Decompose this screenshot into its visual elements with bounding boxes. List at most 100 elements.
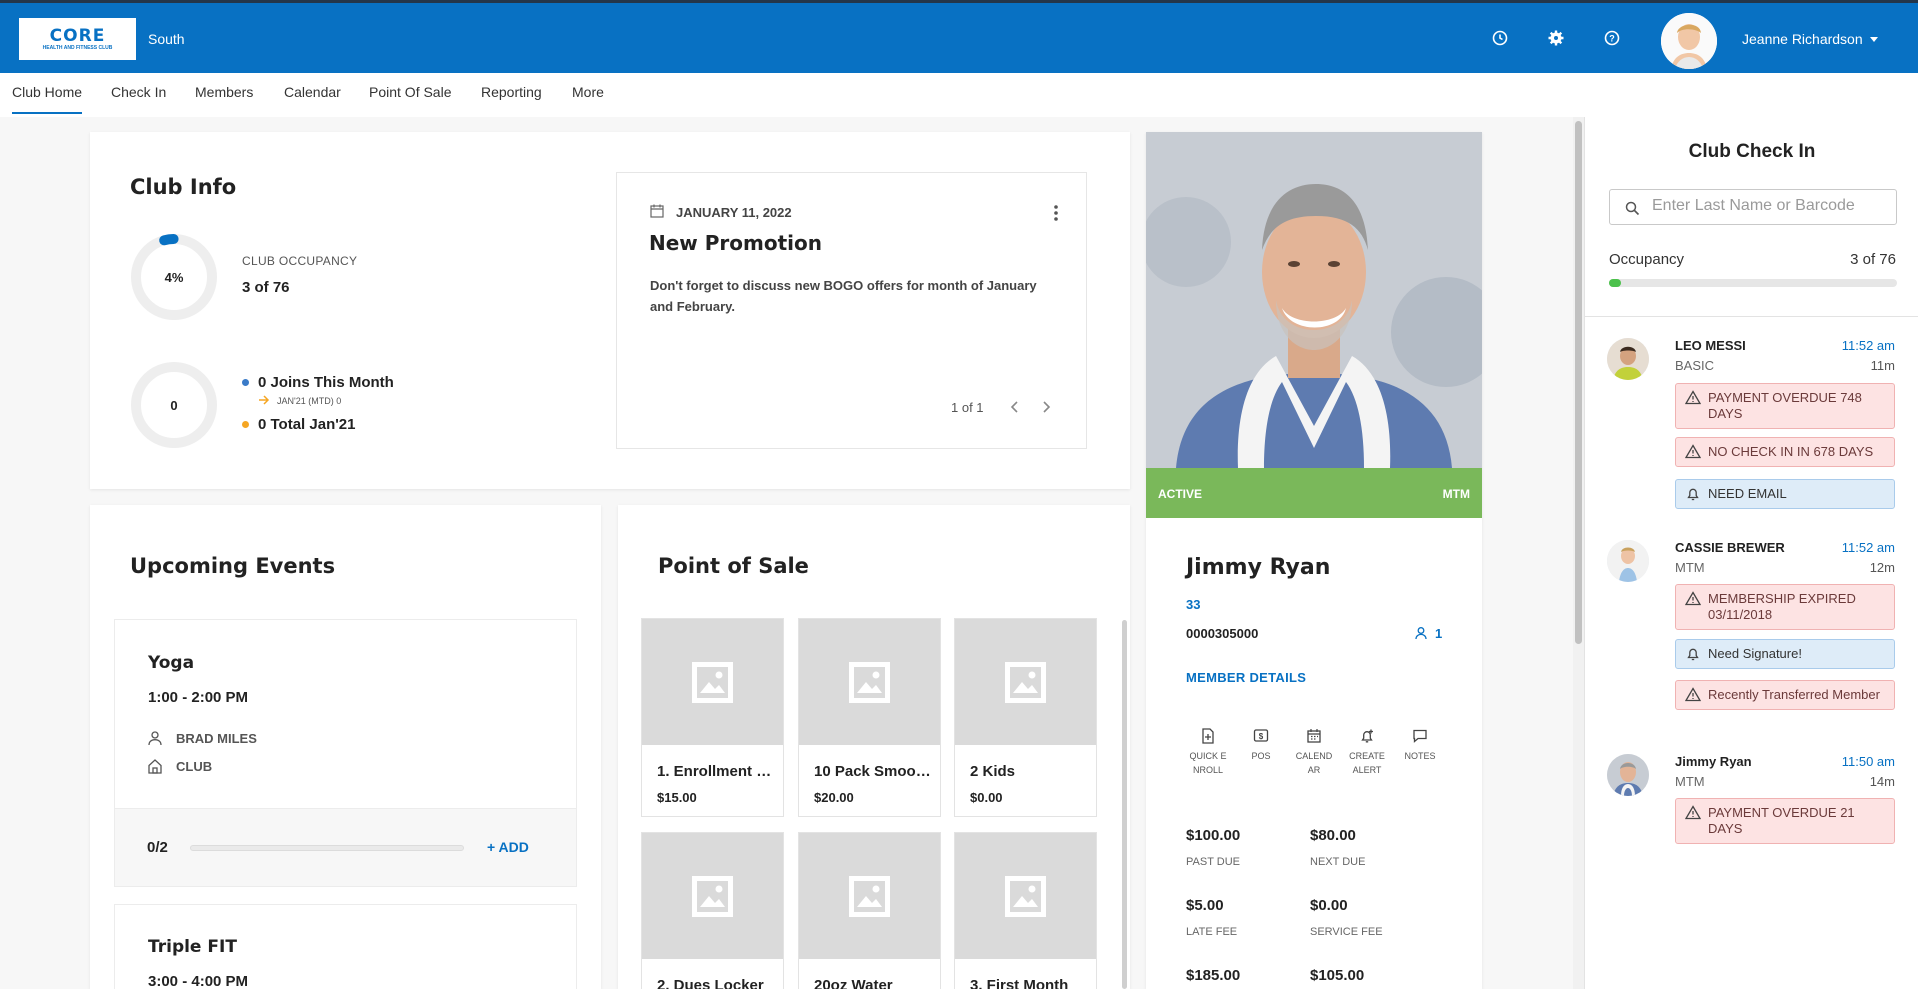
checkin-alert[interactable]: NEED EMAIL (1675, 479, 1895, 509)
checkin-alert[interactable]: NO CHECK IN IN 678 DAYS (1675, 437, 1895, 467)
checkin-time: 11:52 am (1842, 338, 1895, 353)
pos-item[interactable]: 1. Enrollment Fee $15.00 (641, 618, 784, 817)
event-instructor: BRAD MILES (176, 731, 257, 746)
bell-icon (1685, 646, 1701, 661)
event-card[interactable]: Triple FIT 3:00 - 4:00 PM (114, 904, 577, 989)
event-location: CLUB (176, 759, 212, 774)
member-plan-code: MTM (1443, 487, 1470, 501)
product-image-placeholder (642, 833, 783, 959)
kebab-menu-icon[interactable] (1053, 204, 1059, 222)
chevron-down-icon[interactable] (1870, 37, 1878, 42)
chevron-right-icon[interactable] (1040, 400, 1052, 414)
core-logo[interactable]: CORE HEALTH AND FITNESS CLUB (19, 18, 136, 60)
total-jan: 0 Total Jan'21 (258, 416, 356, 433)
promotion-title: New Promotion (649, 231, 822, 255)
main-nav: Club Home Check In Members Calendar Poin… (0, 73, 1918, 117)
checkin-alert-text: NO CHECK IN IN 678 DAYS (1708, 444, 1873, 459)
checkin-time: 11:50 am (1842, 754, 1895, 769)
nav-calendar[interactable]: Calendar (284, 84, 341, 112)
pos-item[interactable]: 3. First Month (954, 832, 1097, 989)
nav-reporting[interactable]: Reporting (481, 84, 542, 112)
calendar-button[interactable]: CALEND AR (1292, 728, 1336, 777)
logo-word: CORE (50, 27, 106, 45)
past-due-amount: $100.00 (1186, 827, 1240, 844)
pos-button[interactable]: $ POS (1239, 728, 1283, 763)
logo-subtitle: HEALTH AND FITNESS CLUB (43, 45, 113, 52)
checkin-time: 11:52 am (1842, 540, 1895, 555)
checkin-avatar[interactable] (1607, 754, 1649, 796)
bell-icon (1685, 486, 1701, 501)
notes-button[interactable]: NOTES (1398, 728, 1442, 763)
member-status: ACTIVE (1158, 487, 1202, 501)
quick-enroll-button[interactable]: QUICK E NROLL (1186, 728, 1230, 777)
club-occupancy-value: 3 of 76 (242, 279, 290, 296)
member-details-link[interactable]: MEMBER DETAILS (1186, 670, 1306, 685)
checkin-alert-text: NEED EMAIL (1708, 486, 1787, 501)
search-icon (1625, 201, 1640, 216)
nav-club-home[interactable]: Club Home (12, 84, 82, 114)
checkin-alert[interactable]: Need Signature! (1675, 639, 1895, 669)
pos-item[interactable]: 20oz Water (798, 832, 941, 989)
event-capacity-bar (190, 845, 464, 851)
checkin-alert[interactable]: PAYMENT OVERDUE 748 DAYS (1675, 383, 1895, 429)
pos-item-price: $20.00 (814, 790, 854, 805)
clock-icon[interactable] (1491, 29, 1509, 47)
nav-point-of-sale[interactable]: Point Of Sale (369, 84, 452, 112)
member-number[interactable]: 33 (1186, 597, 1200, 612)
help-icon[interactable]: ? (1603, 29, 1621, 47)
top-header: CORE HEALTH AND FITNESS CLUB South ? Jea… (0, 0, 1918, 73)
checkin-alert[interactable]: MEMBERSHIP EXPIRED 03/11/2018 (1675, 584, 1895, 630)
event-card[interactable]: Yoga 1:00 - 2:00 PM BRAD MILES CLUB 0/2 … (114, 619, 577, 887)
pos-item-name: 2. Dues Locker (657, 977, 775, 989)
pos-item-name: 2 Kids (970, 763, 1088, 780)
warning-icon (1685, 390, 1701, 405)
family-count[interactable]: 1 (1435, 626, 1442, 641)
check-in-title: Club Check In (1585, 141, 1918, 163)
pos-item[interactable]: 2. Dues Locker (641, 832, 784, 989)
chevron-left-icon[interactable] (1009, 400, 1021, 414)
member-barcode: 0000305000 (1186, 626, 1258, 641)
event-name: Yoga (148, 653, 194, 673)
late-fee-amount: $5.00 (1186, 897, 1224, 914)
checkin-alert-text: Recently Transferred Member (1708, 687, 1880, 702)
checkin-name[interactable]: CASSIE BREWER (1675, 540, 1785, 555)
checkin-name[interactable]: LEO MESSI (1675, 338, 1746, 353)
check-in-search-input[interactable] (1652, 197, 1888, 215)
instructor-icon (147, 730, 163, 746)
main-scrollbar[interactable] (1573, 117, 1584, 989)
occupancy-bar-fill (1609, 279, 1621, 287)
pos-item[interactable]: 2 Kids $0.00 (954, 618, 1097, 817)
next-due-label: NEXT DUE (1310, 856, 1365, 868)
calendar-action-icon (1306, 728, 1322, 744)
gear-icon[interactable] (1547, 29, 1565, 47)
checkin-alert-text: Need Signature! (1708, 646, 1802, 661)
pos-item-name: 3. First Month (970, 977, 1088, 989)
check-in-search[interactable] (1609, 189, 1897, 225)
nav-check-in[interactable]: Check In (111, 84, 166, 112)
user-name[interactable]: Jeanne Richardson (1742, 31, 1863, 47)
upcoming-events-title: Upcoming Events (130, 554, 335, 578)
nav-more[interactable]: More (572, 84, 604, 112)
warning-icon (1685, 591, 1701, 606)
occupancy-bar (1609, 279, 1897, 287)
sidebar-occupancy-value: 3 of 76 (1850, 251, 1896, 268)
add-attendee-button[interactable]: + ADD (487, 839, 529, 855)
service-fee-amount: $0.00 (1310, 897, 1348, 914)
pos-scrollbar[interactable] (1122, 620, 1127, 989)
checkin-avatar[interactable] (1607, 540, 1649, 582)
pos-icon: $ (1253, 728, 1269, 744)
nav-members[interactable]: Members (195, 84, 253, 112)
checkin-alert[interactable]: PAYMENT OVERDUE 21 DAYS (1675, 798, 1895, 844)
joins-ring-value: 0 (130, 398, 218, 413)
club-name[interactable]: South (148, 31, 185, 47)
image-icon (1005, 662, 1046, 703)
calendar-icon (650, 204, 664, 218)
pos-item[interactable]: 10 Pack Smoothies $20.00 (798, 618, 941, 817)
main-scrollbar-thumb[interactable] (1575, 121, 1582, 644)
checkin-avatar[interactable] (1607, 338, 1649, 380)
create-alert-button[interactable]: CREATE ALERT (1345, 728, 1389, 777)
user-avatar[interactable] (1661, 13, 1717, 69)
checkin-alert-text: MEMBERSHIP EXPIRED 03/11/2018 (1708, 591, 1856, 622)
checkin-name[interactable]: Jimmy Ryan (1675, 754, 1752, 769)
checkin-alert[interactable]: Recently Transferred Member (1675, 680, 1895, 710)
